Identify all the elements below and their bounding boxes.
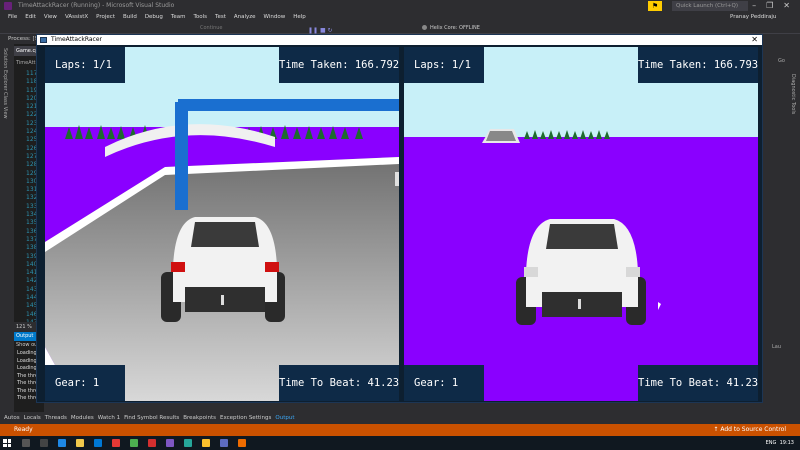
visual-studio-taskbar-icon[interactable] (166, 439, 174, 447)
menu-vassistx[interactable]: VAssistX (65, 14, 88, 20)
vs-menu-bar: File Edit View VAssistX Project Build Debug Tea… (0, 12, 800, 23)
window-controls[interactable]: –❐✕ (752, 0, 800, 12)
windows-taskbar: ENG 19:13 (0, 436, 800, 450)
bottom-tab-output[interactable]: Output (275, 415, 294, 421)
store-icon[interactable] (94, 439, 102, 447)
game-window-title: TimeAttackRacer (51, 36, 103, 43)
left-tool-strip: Solution Explorer Class View (0, 44, 14, 384)
go-label[interactable]: Go (778, 58, 785, 64)
p2-laps: Laps: 1/1 (404, 47, 484, 83)
checkpoint-gate-top (178, 99, 399, 111)
search-icon[interactable] (22, 439, 30, 447)
file-explorer-icon[interactable] (76, 439, 84, 447)
system-tray[interactable]: ENG 19:13 (766, 436, 794, 450)
app-icon-green[interactable] (130, 439, 138, 447)
windows-start-icon[interactable] (3, 439, 11, 447)
bottom-tab-find-symbol-results[interactable]: Find Symbol Results (124, 415, 179, 421)
p1-time-taken: Time Taken: 166.792 (279, 47, 399, 83)
p1-gear: Gear: 1 (45, 365, 125, 401)
bottom-tab-modules[interactable]: Modules (71, 415, 94, 421)
visual-studio-logo-icon (4, 2, 12, 10)
p1-laps: Laps: 1/1 (45, 47, 125, 83)
bottom-tab-breakpoints[interactable]: Breakpoints (183, 415, 216, 421)
menu-file[interactable]: File (8, 14, 17, 20)
menu-window[interactable]: Window (264, 14, 286, 20)
add-to-source-control-button[interactable]: ↑ Add to Source Control (713, 424, 786, 436)
solution-explorer-tab[interactable]: Solution Explorer (2, 48, 8, 91)
helix-status[interactable]: Helix Core: OFFLINE (422, 23, 480, 34)
player-2-viewport: Laps: 1/1 Time Taken: 166.793 Gear: 1 Ti… (404, 47, 758, 401)
right-tool-strip: Go Lau Diagnostic Tools (762, 44, 800, 418)
checkpoint-gate-post (175, 102, 188, 210)
player-1-viewport: Laps: 1/1 Time Taken: 166.792 Gear: 1 Ti… (45, 47, 399, 401)
app-icon-teal[interactable] (184, 439, 192, 447)
debug-bottom-tabs: Autos Locals Threads Modules Watch 1 Find Sym… (0, 412, 800, 424)
feedback-filter-icon[interactable]: ⚑ (648, 1, 662, 11)
launch-label: Lau (772, 344, 782, 350)
player-2-scene (404, 47, 758, 401)
close-icon[interactable]: ✕ (751, 35, 758, 45)
app-icon-red-2[interactable] (148, 439, 156, 447)
p1-time-to-beat: Time To Beat: 41.233 (279, 365, 399, 401)
chrome-icon[interactable] (202, 439, 210, 447)
quick-launch-input[interactable]: Quick Launch (Ctrl+Q) (672, 1, 748, 11)
diagnostic-tools-tab[interactable]: Diagnostic Tools (790, 74, 796, 114)
player-2-car (516, 219, 646, 325)
menu-edit[interactable]: Edit (25, 14, 36, 20)
app-icon-indigo[interactable] (220, 439, 228, 447)
output-tab[interactable]: Output (14, 332, 38, 341)
user-account[interactable]: Pranay Peddiraju (730, 12, 776, 23)
vs-window-title: TimeAttackRacer (Running) - Microsoft Vi… (18, 2, 175, 9)
menu-help[interactable]: Help (293, 14, 306, 20)
p2-time-to-beat: Time To Beat: 41.233 (638, 365, 758, 401)
mouse-cursor (658, 302, 661, 310)
vs-title-bar: TimeAttackRacer (Running) - Microsoft Vi… (0, 0, 800, 12)
game-window-title-bar[interactable]: TimeAttackRacer ✕ (37, 35, 762, 45)
player-1-car (161, 217, 285, 322)
task-view-icon[interactable] (40, 439, 48, 447)
menu-debug[interactable]: Debug (145, 14, 163, 20)
vs-toolbar: Continue ❚❚ ■ ↻ Helix Core: OFFLINE (0, 23, 800, 34)
menu-tools[interactable]: Tools (193, 14, 207, 20)
game-window-icon (40, 37, 47, 43)
class-view-tab[interactable]: Class View (2, 92, 8, 119)
bottom-tab-threads[interactable]: Threads (45, 415, 67, 421)
bottom-tab-autos[interactable]: Autos (4, 415, 20, 421)
menu-test[interactable]: Test (215, 14, 226, 20)
menu-project[interactable]: Project (96, 14, 115, 20)
app-icon-red[interactable] (112, 439, 120, 447)
distant-overpass-shadow (486, 131, 516, 141)
edge-icon[interactable] (58, 439, 66, 447)
app-icon-orange[interactable] (238, 439, 246, 447)
menu-analyze[interactable]: Analyze (234, 14, 256, 20)
menu-team[interactable]: Team (171, 14, 186, 20)
status-bar: Ready ↑ Add to Source Control (0, 424, 800, 436)
tray-language[interactable]: ENG (766, 440, 777, 446)
p2-gear: Gear: 1 (404, 365, 484, 401)
bottom-tab-watch-1[interactable]: Watch 1 (98, 415, 120, 421)
bottom-tab-exception-settings[interactable]: Exception Settings (220, 415, 271, 421)
status-ready: Ready (14, 426, 33, 433)
p2-time-taken: Time Taken: 166.793 (638, 47, 758, 83)
player-1-scene (45, 47, 399, 401)
bottom-tab-locals[interactable]: Locals (24, 415, 41, 421)
menu-build[interactable]: Build (123, 14, 137, 20)
menu-view[interactable]: View (44, 14, 57, 20)
continue-button[interactable]: Continue (200, 23, 222, 34)
tray-clock[interactable]: 19:13 (780, 440, 794, 446)
game-window[interactable]: TimeAttackRacer ✕ Laps: 1/1 Time Taken: … (36, 34, 763, 403)
roadside-sign (395, 172, 399, 186)
